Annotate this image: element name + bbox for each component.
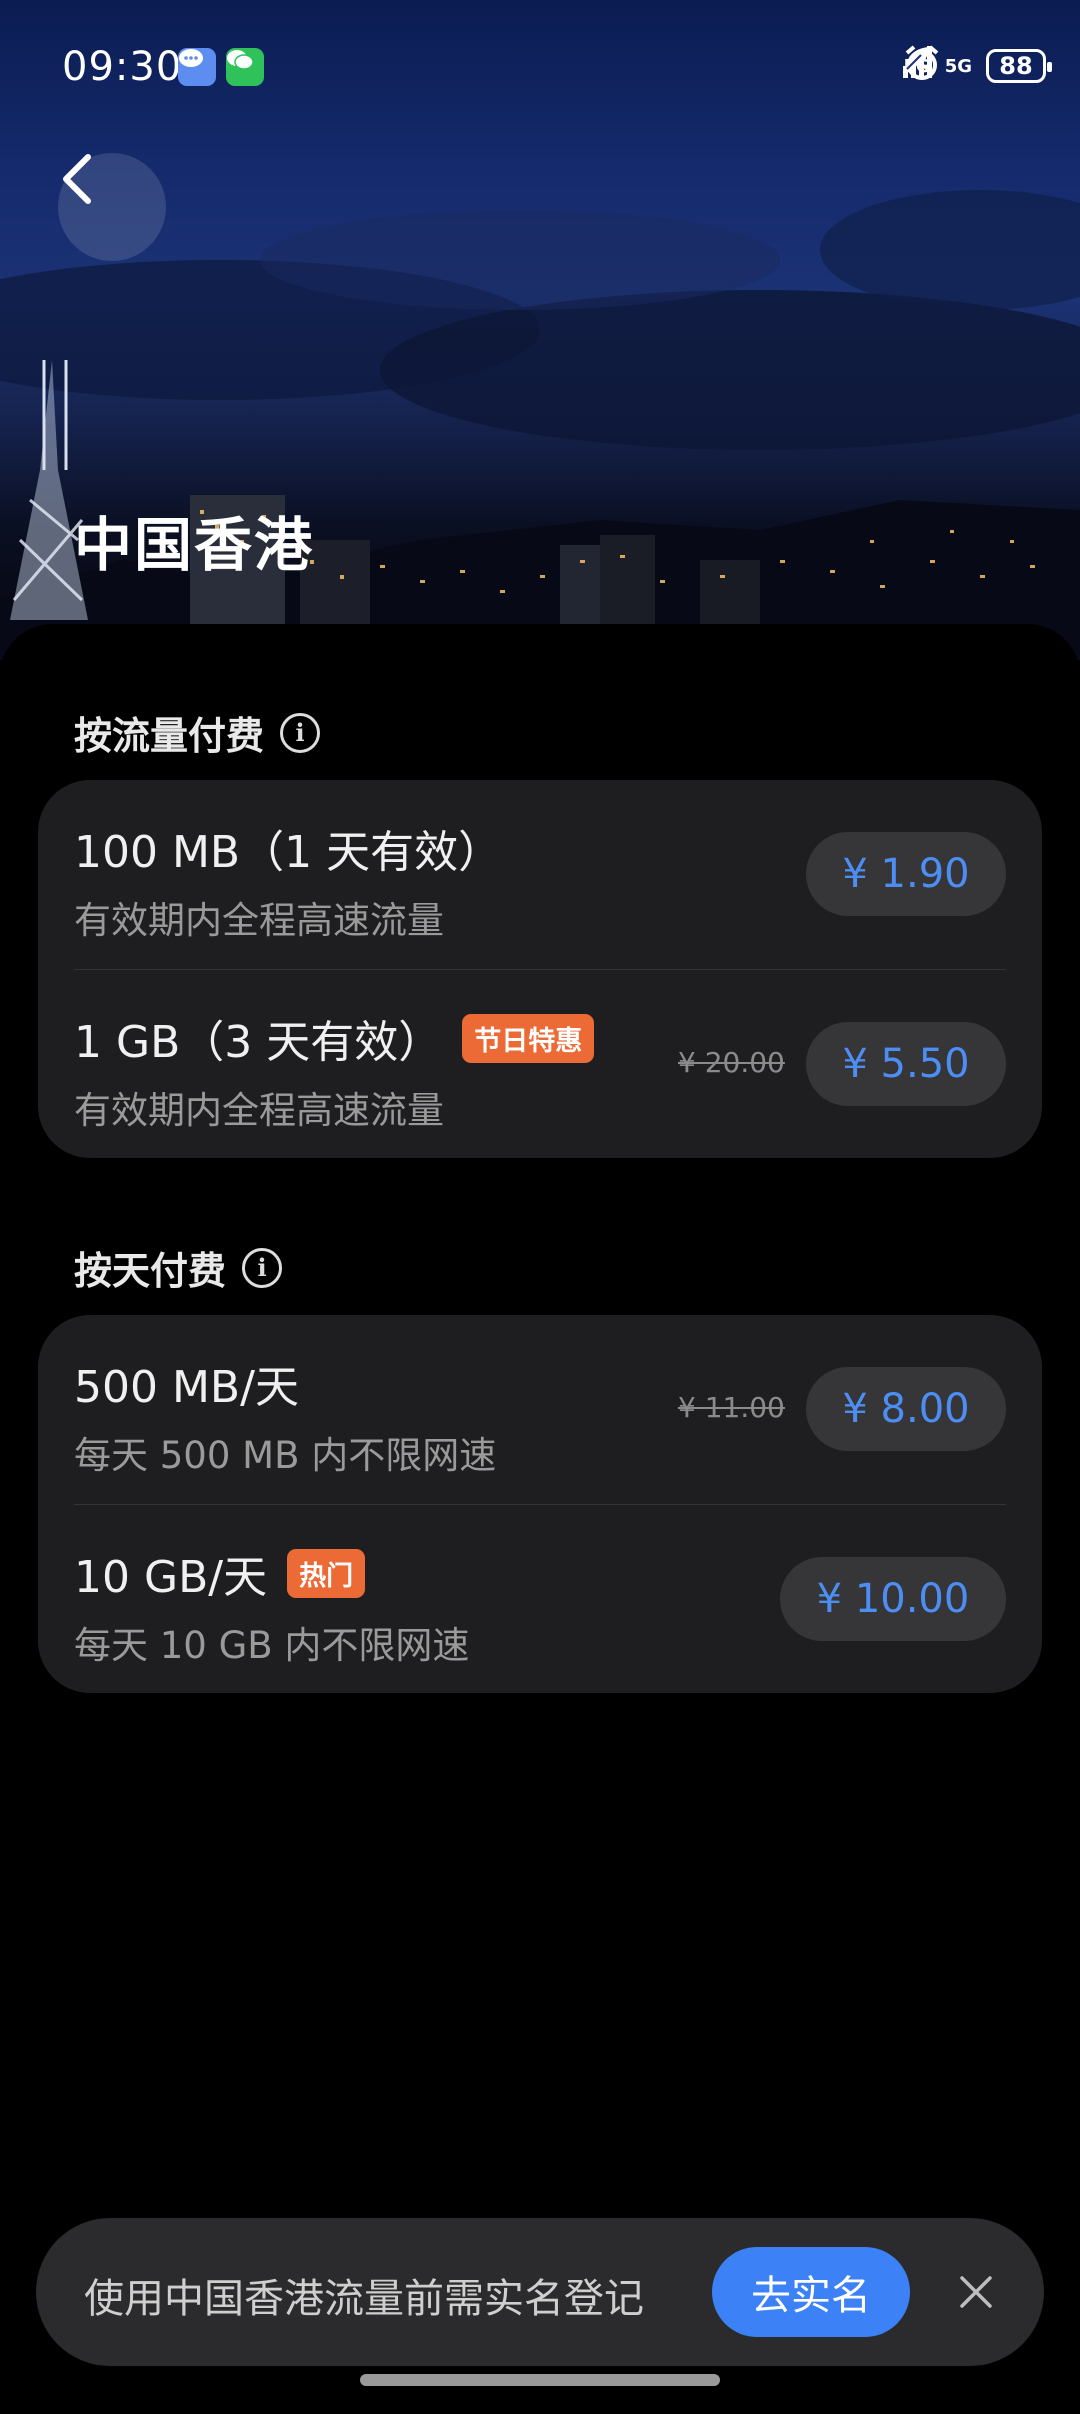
plan-name: 100 MB（1 天有效） — [74, 816, 502, 880]
wechat-icon — [226, 48, 264, 86]
status-time: 09:30 — [62, 44, 183, 90]
page-title: 中国香港 — [74, 511, 315, 579]
plan-name: 500 MB/天 — [74, 1351, 299, 1415]
original-price: ¥ 20.00 — [678, 1046, 785, 1079]
plan-card-traffic: 100 MB（1 天有效） 有效期内全程高速流量 ¥ 1.90 1 GB（3 天… — [38, 780, 1042, 1158]
plan-card-daily: 500 MB/天 每天 500 MB 内不限网速 ¥ 11.00 ¥ 8.00 … — [38, 1315, 1042, 1693]
section-title: 按天付费 — [74, 1249, 227, 1293]
plan-description: 每天 10 GB 内不限网速 — [74, 1624, 470, 1667]
section-title: 按流量付费 — [74, 714, 265, 758]
plan-name-text: 10 GB/天 — [74, 1552, 268, 1603]
price-button[interactable]: ¥ 8.00 — [806, 1367, 1006, 1451]
original-price: ¥ 11.00 — [678, 1391, 785, 1424]
section-header-pay-per-day: 按天付费 i — [74, 1240, 283, 1295]
system-icons: 5G 5G 88 — [903, 44, 1052, 88]
close-icon — [960, 2276, 992, 2308]
hot-badge: 热门 — [287, 1548, 366, 1598]
signal-icon-2: 5G — [903, 46, 972, 78]
network-type-2: 5G — [944, 55, 972, 77]
plan-name-text: 500 MB/天 — [74, 1362, 299, 1413]
section-header-pay-per-traffic: 按流量付费 i — [74, 705, 321, 760]
plan-row-1gb[interactable]: 1 GB（3 天有效） 节日特惠 有效期内全程高速流量 ¥ 20.00 ¥ 5.… — [38, 970, 1042, 1158]
message-icon — [178, 48, 216, 86]
verification-banner: 使用中国香港流量前需实名登记 去实名 — [36, 2218, 1044, 2366]
back-button[interactable] — [58, 153, 166, 261]
promo-badge: 节日特惠 — [462, 1013, 595, 1063]
home-indicator[interactable] — [360, 2374, 720, 2386]
price-button[interactable]: ¥ 5.50 — [806, 1022, 1006, 1106]
battery-level: 88 — [999, 52, 1033, 80]
leaf-icon — [906, 47, 930, 70]
info-icon[interactable]: i — [280, 712, 321, 753]
plan-name: 1 GB（3 天有效） 节日特惠 — [74, 1006, 595, 1070]
battery-icon: 88 — [986, 49, 1052, 83]
hero-banner: 09:30 5G 5G 88 中国香港 — [0, 0, 1080, 660]
plan-name-text: 100 MB（1 天有效） — [74, 827, 503, 878]
status-bar: 09:30 5G 5G 88 — [0, 0, 1080, 130]
price-button[interactable]: ¥ 1.90 — [806, 832, 1006, 916]
plan-description: 有效期内全程高速流量 — [74, 1089, 444, 1132]
plan-row-100mb[interactable]: 100 MB（1 天有效） 有效期内全程高速流量 ¥ 1.90 — [38, 780, 1042, 968]
chevron-left-icon — [63, 154, 91, 204]
info-icon[interactable]: i — [242, 1247, 283, 1288]
price-button[interactable]: ¥ 10.00 — [780, 1557, 1006, 1641]
plan-row-10gb[interactable]: 10 GB/天 热门 每天 10 GB 内不限网速 ¥ 10.00 — [38, 1505, 1042, 1693]
plan-row-500mb[interactable]: 500 MB/天 每天 500 MB 内不限网速 ¥ 11.00 ¥ 8.00 — [38, 1315, 1042, 1503]
banner-text: 使用中国香港流量前需实名登记 — [84, 2276, 644, 2322]
verify-name-button[interactable]: 去实名 — [712, 2247, 910, 2337]
banner-close-button[interactable] — [946, 2262, 1006, 2322]
plan-description: 有效期内全程高速流量 — [74, 899, 444, 942]
plan-description: 每天 500 MB 内不限网速 — [74, 1434, 497, 1477]
plan-name-text: 1 GB（3 天有效） — [74, 1017, 443, 1068]
plan-name: 10 GB/天 热门 — [74, 1541, 366, 1605]
